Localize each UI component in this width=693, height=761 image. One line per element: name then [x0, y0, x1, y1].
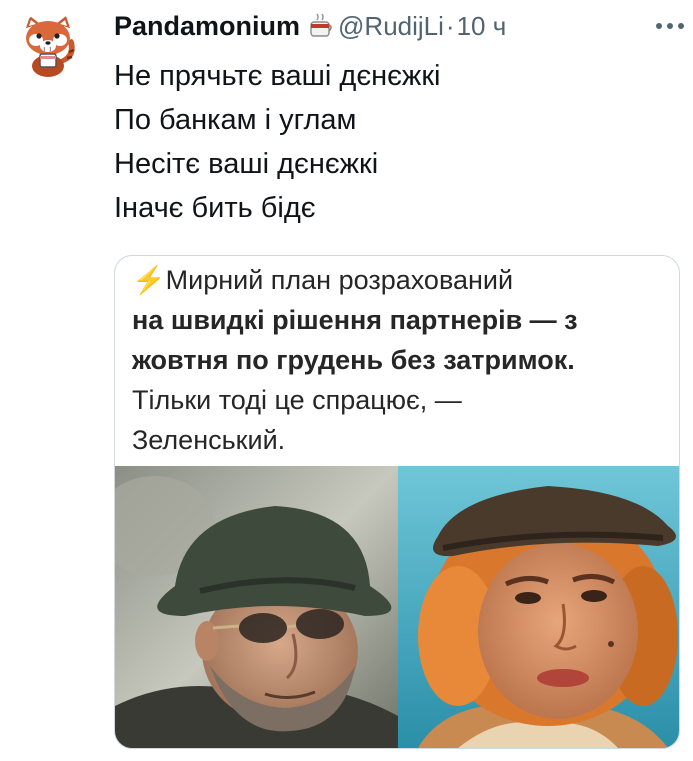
media-card[interactable]: ⚡Мирний план розрахований на швидкі ріше…	[114, 255, 680, 749]
separator-dot: ·	[445, 10, 455, 41]
lightning-icon: ⚡	[132, 265, 166, 295]
timestamp[interactable]: 10 ч	[457, 11, 507, 42]
red-panda-avatar-icon	[14, 12, 84, 82]
display-name[interactable]: Pandamonium	[114, 11, 300, 42]
headline-line: на швидкі рішення партнерів — з	[132, 305, 578, 335]
tweet-header: Pandamonium @RudijLi · 10 ч	[114, 6, 685, 46]
headline-line: Зеленський.	[132, 425, 286, 455]
tweet-line: По банкам і углам	[114, 104, 357, 136]
more-dots-icon[interactable]	[655, 6, 685, 46]
headline-line: жовтня по грудень без затримок.	[132, 345, 575, 375]
tweet-text: Не прячьтє ваші дєнєжкі По банкам і угла…	[114, 54, 440, 230]
headline-line: ⚡Мирний план розрахований	[132, 265, 514, 295]
author-handle[interactable]: @RudijLi	[338, 11, 444, 42]
card-headline: ⚡Мирний план розрахований на швидкі ріше…	[132, 260, 672, 460]
card-photo-right	[398, 466, 679, 748]
avatar[interactable]	[14, 12, 84, 82]
tweet-line: Іначє бить бідє	[114, 192, 316, 224]
headline-line: Тільки тоді це спрацює, —	[132, 385, 462, 415]
tweet-line: Несітє ваші дєнєжкі	[114, 148, 379, 180]
tweet-line: Не прячьтє ваші дєнєжкі	[114, 60, 441, 92]
card-photo-left	[115, 466, 398, 748]
coffee-cup-icon	[308, 13, 334, 39]
